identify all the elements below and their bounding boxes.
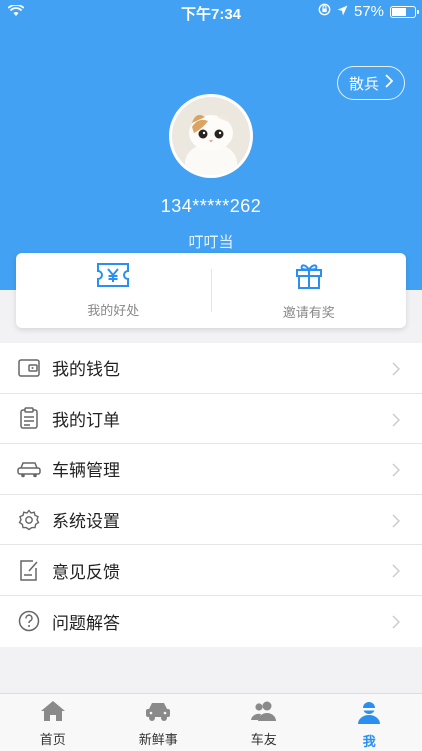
menu-item-label: 车辆管理 <box>52 456 120 481</box>
tab-bar: 首页 新鲜事 车友 我 <box>0 693 422 751</box>
chevron-right-icon <box>392 614 400 633</box>
menu-item-label: 我的钱包 <box>52 355 120 380</box>
tab-label: 我 <box>363 731 376 750</box>
chevron-right-icon <box>385 74 393 92</box>
home-icon <box>40 700 66 726</box>
menu-item-vehicles[interactable]: 车辆管理 <box>0 444 422 495</box>
menu-list: 我的钱包 我的订单 车辆管理 系统设置 意见反馈 问题解答 <box>0 343 422 647</box>
person-icon <box>357 700 381 728</box>
chevron-right-icon <box>392 361 400 380</box>
my-benefits-label: 我的好处 <box>87 300 139 319</box>
menu-item-wallet[interactable]: 我的钱包 <box>0 343 422 394</box>
ticket-yen-icon <box>96 262 130 292</box>
tab-label: 首页 <box>40 729 66 748</box>
user-nickname: 叮叮当 <box>0 231 422 252</box>
avatar[interactable] <box>169 94 253 178</box>
menu-item-orders[interactable]: 我的订单 <box>0 394 422 445</box>
wallet-icon <box>16 355 42 381</box>
people-icon <box>250 700 278 726</box>
group-button[interactable]: 散兵 <box>337 66 405 100</box>
feedback-icon <box>16 557 42 583</box>
location-arrow-icon <box>337 3 348 20</box>
question-icon <box>16 608 42 634</box>
invite-rewards-label: 邀请有奖 <box>283 302 335 321</box>
gift-icon <box>294 260 324 294</box>
chevron-right-icon <box>392 412 400 431</box>
battery-icon <box>390 6 416 18</box>
tab-friends[interactable]: 车友 <box>211 694 317 751</box>
group-button-label: 散兵 <box>349 73 379 94</box>
tab-label: 新鲜事 <box>139 729 178 748</box>
status-bar: 下午7:34 57% <box>0 0 422 24</box>
user-phone: 134*****262 <box>0 196 422 217</box>
chevron-right-icon <box>392 513 400 532</box>
menu-item-settings[interactable]: 系统设置 <box>0 495 422 546</box>
menu-item-label: 意见反馈 <box>52 558 120 583</box>
tab-home[interactable]: 首页 <box>0 694 106 751</box>
menu-item-label: 问题解答 <box>52 609 120 634</box>
battery-percent: 57% <box>354 3 384 20</box>
tab-label: 车友 <box>251 729 277 748</box>
benefits-card: 我的好处 邀请有奖 <box>16 253 406 328</box>
menu-item-label: 系统设置 <box>52 507 120 532</box>
menu-item-faq[interactable]: 问题解答 <box>0 596 422 647</box>
chevron-right-icon <box>392 462 400 481</box>
my-benefits-button[interactable]: 我的好处 <box>16 253 211 328</box>
chevron-right-icon <box>392 563 400 582</box>
tab-news[interactable]: 新鲜事 <box>106 694 212 751</box>
menu-item-label: 我的订单 <box>52 406 120 431</box>
invite-rewards-button[interactable]: 邀请有奖 <box>212 253 407 328</box>
menu-item-feedback[interactable]: 意见反馈 <box>0 545 422 596</box>
clipboard-icon <box>16 405 42 431</box>
tab-me[interactable]: 我 <box>317 694 422 751</box>
gear-icon <box>16 507 42 533</box>
orientation-lock-icon <box>318 3 331 20</box>
car-icon <box>16 456 42 482</box>
car-tab-icon <box>144 700 172 726</box>
cat-avatar-image <box>172 97 250 175</box>
